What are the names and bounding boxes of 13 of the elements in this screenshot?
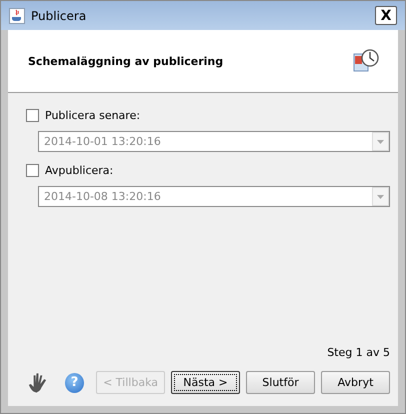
- checkbox[interactable]: [26, 108, 39, 122]
- close-button[interactable]: X: [375, 6, 397, 25]
- step-indicator: Steg 1 av 5: [327, 346, 390, 359]
- coffee-cup-icon: [9, 8, 25, 24]
- checkbox-label[interactable]: Avpublicera:: [26, 160, 390, 180]
- header-title: Schemaläggning av publicering: [28, 54, 224, 68]
- checkbox-label[interactable]: Publicera senare:: [26, 105, 390, 125]
- window-title: Publicera: [31, 8, 88, 22]
- wizard-button[interactable]: Slutför: [246, 371, 316, 394]
- calendar-clock-icon: [352, 48, 380, 74]
- wizard-button[interactable]: Nästa >: [171, 371, 240, 394]
- checkbox[interactable]: [26, 164, 39, 176]
- wizard-button[interactable]: Avbryt: [321, 371, 390, 394]
